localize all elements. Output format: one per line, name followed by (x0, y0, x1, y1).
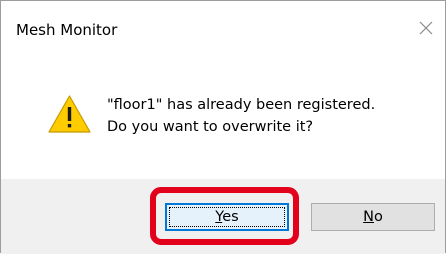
message-line-1: "floor1" has already been registered. (107, 97, 376, 113)
no-label-rest: o (373, 209, 383, 225)
yes-button[interactable]: Yes (165, 203, 289, 231)
no-mnemonic: N (363, 209, 374, 225)
message-line-2: Do you want to overwrite it? (107, 119, 314, 135)
dialog-message: "floor1" has already been registered. Do… (107, 94, 375, 138)
no-button[interactable]: No (311, 203, 435, 231)
dialog-title: Mesh Monitor (16, 21, 118, 39)
warning-icon (47, 94, 92, 134)
focus-rectangle (169, 207, 285, 227)
message-dialog: Mesh Monitor "floor1" has already been r… (0, 0, 446, 254)
no-button-label: No (363, 209, 383, 225)
close-icon[interactable] (416, 18, 436, 38)
